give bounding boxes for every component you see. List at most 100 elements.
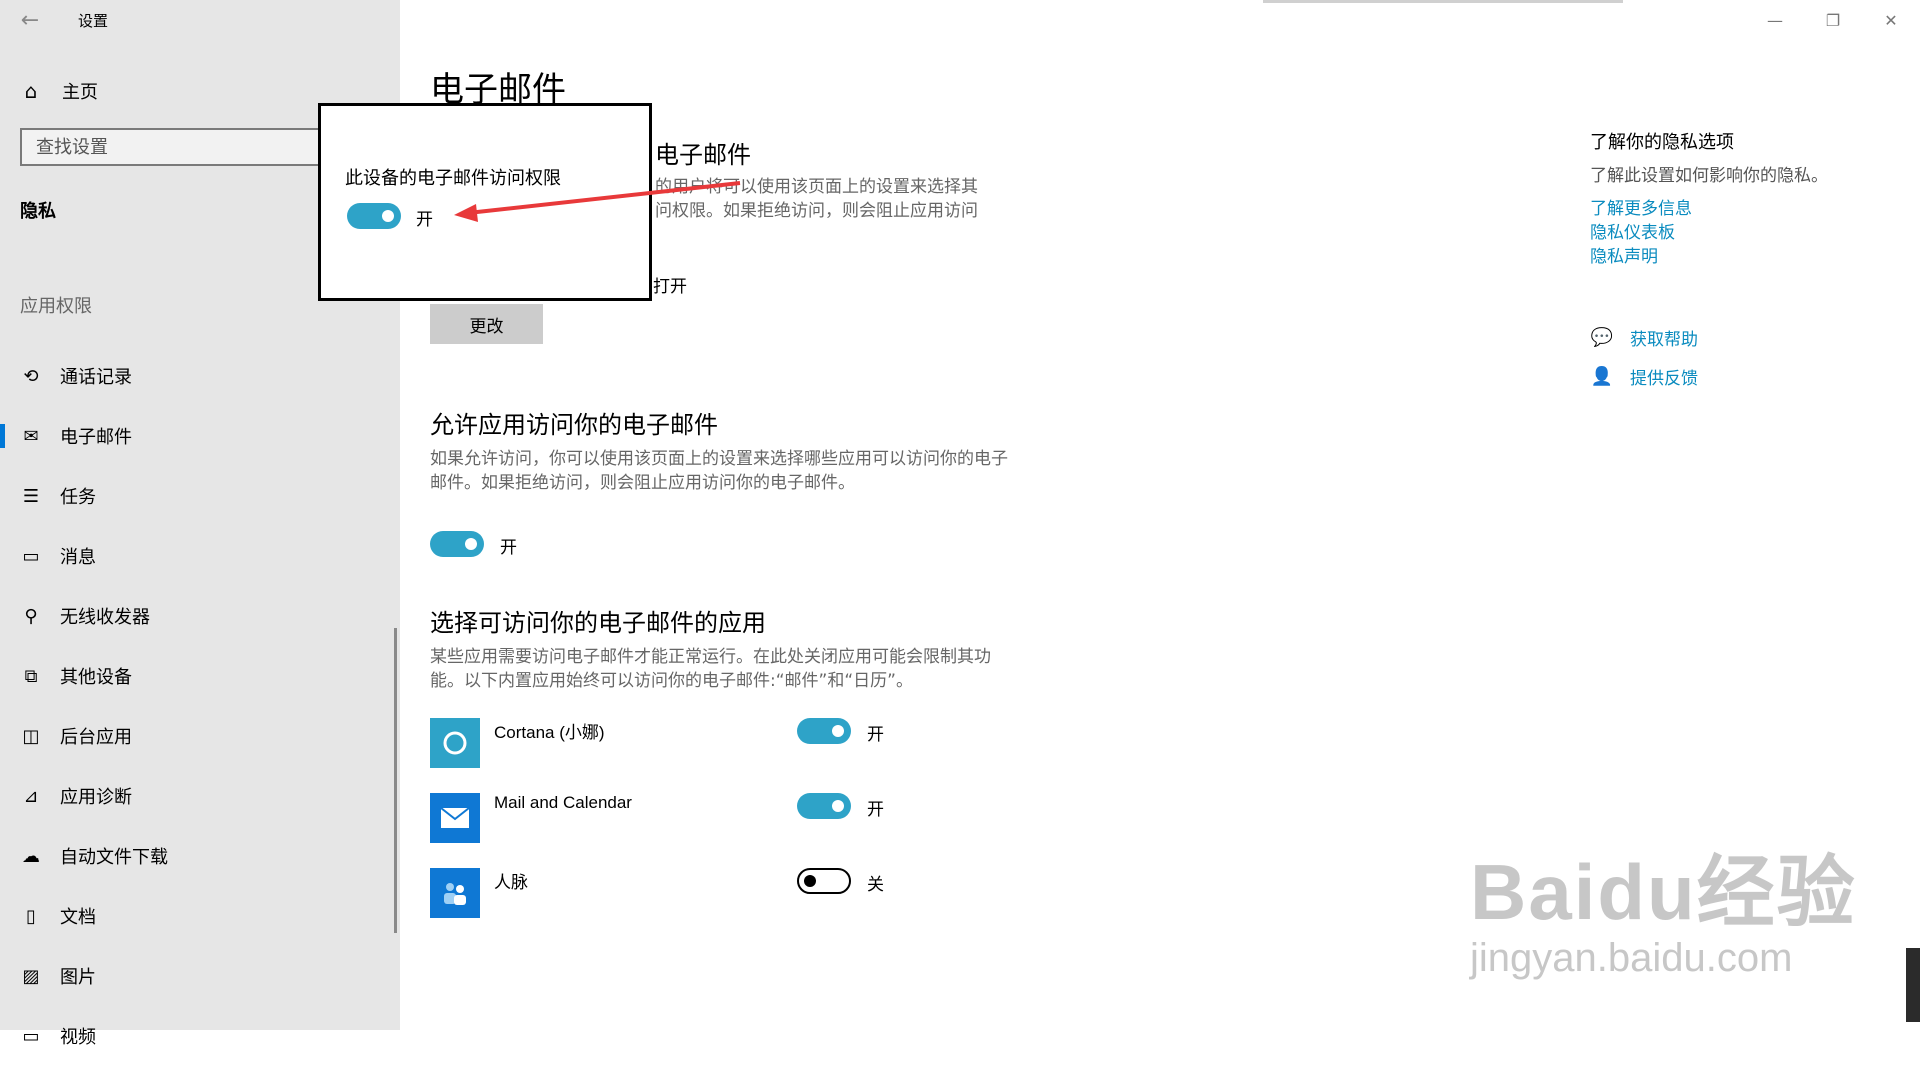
callout-title: 此设备的电子邮件访问权限 <box>345 168 561 189</box>
cortana-toggle-label: 开 <box>867 725 884 745</box>
tray-level-meter <box>1906 948 1920 1022</box>
device-access-toggle[interactable] <box>347 203 401 229</box>
allow-apps-toggle-label: 开 <box>500 538 517 558</box>
watermark-text: Baidu经验 <box>1470 848 1857 936</box>
change-button[interactable]: 更改 <box>430 304 543 344</box>
title-bar: ← 设置 <box>0 0 108 40</box>
mail-icon: ✉ <box>23 425 39 447</box>
sidebar-item-label: 任务 <box>60 487 96 508</box>
section2-heading: 允许应用访问你的电子邮件 <box>430 411 718 439</box>
sidebar-home[interactable]: ⌂ 主页 <box>20 78 98 104</box>
sidebar-item-label: 图片 <box>60 967 96 988</box>
app-row-mail-calendar: Mail and Calendar <box>430 793 930 845</box>
sidebar-item-call-history[interactable]: ⟲ 通话记录 <box>0 346 400 406</box>
app-name: Cortana (小娜) <box>494 723 605 742</box>
back-arrow-icon: ← <box>20 7 40 33</box>
people-toggle-label: 关 <box>867 875 884 895</box>
home-label: 主页 <box>62 82 98 103</box>
search-input[interactable] <box>22 130 324 164</box>
mail-calendar-toggle-label: 开 <box>867 800 884 820</box>
close-icon: ✕ <box>1884 10 1898 30</box>
app-name: 人脉 <box>494 873 528 892</box>
app-name: Mail and Calendar <box>494 793 632 812</box>
help-chat-icon: 💬 <box>1590 327 1614 348</box>
close-button[interactable]: ✕ <box>1862 0 1920 40</box>
sidebar-scrollbar[interactable] <box>394 628 397 933</box>
sidebar-item-email[interactable]: ✉ 电子邮件 <box>0 406 400 466</box>
home-icon: ⌂ <box>24 79 38 103</box>
get-help-link[interactable]: 💬 获取帮助 <box>1590 325 1698 350</box>
cortana-toggle[interactable] <box>797 718 851 744</box>
privacy-options-desc: 了解此设置如何影响你的隐私。 <box>1590 166 1828 186</box>
app-row-cortana: Cortana (小娜) <box>430 718 930 770</box>
sidebar-item-label: 无线收发器 <box>60 607 150 628</box>
sidebar-item-documents[interactable]: ▯ 文档 <box>0 886 400 946</box>
sidebar-item-label: 视频 <box>60 1027 96 1048</box>
section1-desc-line2: 问权限。如果拒绝访问，则会阻止应用访问 <box>655 201 978 221</box>
section-label-app-permissions: 应用权限 <box>20 296 92 317</box>
allow-apps-toggle[interactable] <box>430 531 484 557</box>
sidebar-item-label: 电子邮件 <box>60 427 132 448</box>
people-icon <box>430 868 480 918</box>
back-button[interactable]: ← <box>0 0 60 40</box>
picture-icon: ▨ <box>22 965 40 987</box>
radio-icon: ⚲ <box>24 605 38 627</box>
background-apps-icon: ◫ <box>22 725 40 747</box>
window-title: 设置 <box>78 11 109 30</box>
get-help-label: 获取帮助 <box>1630 330 1698 350</box>
privacy-dashboard-link[interactable]: 隐私仪表板 <box>1590 218 1675 243</box>
sidebar-item-videos[interactable]: ▭ 视频 <box>0 1006 400 1066</box>
category-title: 隐私 <box>20 201 56 222</box>
device-access-callout: 此设备的电子邮件访问权限 开 <box>318 103 652 301</box>
section2-desc: 如果允许访问，你可以使用该页面上的设置来选择哪些应用可以访问你的电子邮件。如果拒… <box>430 449 1008 493</box>
cloud-icon: ☁ <box>22 845 40 867</box>
mail-calendar-icon <box>430 793 480 843</box>
give-feedback-link[interactable]: 👤 提供反馈 <box>1590 364 1698 389</box>
sidebar-item-messaging[interactable]: ▭ 消息 <box>0 526 400 586</box>
sidebar-item-auto-downloads[interactable]: ☁ 自动文件下载 <box>0 826 400 886</box>
sidebar-item-label: 应用诊断 <box>60 787 132 808</box>
window-controls: — ❐ ✕ <box>1746 0 1920 40</box>
give-feedback-label: 提供反馈 <box>1630 369 1698 389</box>
tasks-icon: ☰ <box>22 485 40 507</box>
sidebar-item-other-devices[interactable]: ⧉ 其他设备 <box>0 646 400 706</box>
mail-calendar-toggle[interactable] <box>797 793 851 819</box>
sidebar-item-label: 通话记录 <box>60 367 132 388</box>
video-icon: ▭ <box>22 1025 40 1047</box>
baidu-watermark: Baidu经验 jingyan.baidu.com <box>1470 830 1857 981</box>
sidebar-item-pictures[interactable]: ▨ 图片 <box>0 946 400 1006</box>
document-icon: ▯ <box>26 905 36 927</box>
section3-heading: 选择可访问你的电子邮件的应用 <box>430 609 766 637</box>
privacy-statement-link[interactable]: 隐私声明 <box>1590 242 1658 267</box>
watermark-url: jingyan.baidu.com <box>1470 936 1793 980</box>
sidebar-item-label: 自动文件下载 <box>60 847 168 868</box>
sidebar-item-radios[interactable]: ⚲ 无线收发器 <box>0 586 400 646</box>
section1-desc-line1: 的用户将可以使用该页面上的设置来选择其 <box>655 177 978 197</box>
sidebar-item-label: 后台应用 <box>60 727 132 748</box>
devices-icon: ⧉ <box>24 665 38 687</box>
cortana-icon <box>430 718 480 768</box>
section1-heading: 电子邮件 <box>655 141 751 169</box>
sidebar-item-label: 文档 <box>60 907 96 928</box>
restore-button[interactable]: ❐ <box>1804 0 1862 40</box>
minimize-button[interactable]: — <box>1746 0 1804 40</box>
search-box[interactable] <box>20 128 326 166</box>
history-icon: ⟲ <box>23 365 39 387</box>
message-icon: ▭ <box>22 545 40 567</box>
privacy-options-title: 了解你的隐私选项 <box>1590 132 1734 153</box>
sidebar-item-label: 其他设备 <box>60 667 132 688</box>
section1-status-text: 打开 <box>653 277 687 297</box>
sidebar-nav: ⟲ 通话记录 ✉ 电子邮件 ☰ 任务 ▭ 消息 ⚲ 无线收发器 ⧉ 其他设备 ◫… <box>0 346 400 1066</box>
diagnostics-icon: ⊿ <box>23 785 39 807</box>
sidebar-item-background-apps[interactable]: ◫ 后台应用 <box>0 706 400 766</box>
minimize-icon: — <box>1767 10 1783 30</box>
section3-desc: 某些应用需要访问电子邮件才能正常运行。在此处关闭应用可能会限制其功能。以下内置应… <box>430 647 991 691</box>
sidebar-item-tasks[interactable]: ☰ 任务 <box>0 466 400 526</box>
people-toggle[interactable] <box>797 868 851 894</box>
learn-more-link[interactable]: 了解更多信息 <box>1590 194 1692 219</box>
restore-icon: ❐ <box>1825 10 1841 30</box>
popup-shadow-edge <box>1263 0 1623 3</box>
app-row-people: 人脉 <box>430 868 930 920</box>
sidebar-item-app-diagnostics[interactable]: ⊿ 应用诊断 <box>0 766 400 826</box>
feedback-icon: 👤 <box>1590 366 1614 387</box>
